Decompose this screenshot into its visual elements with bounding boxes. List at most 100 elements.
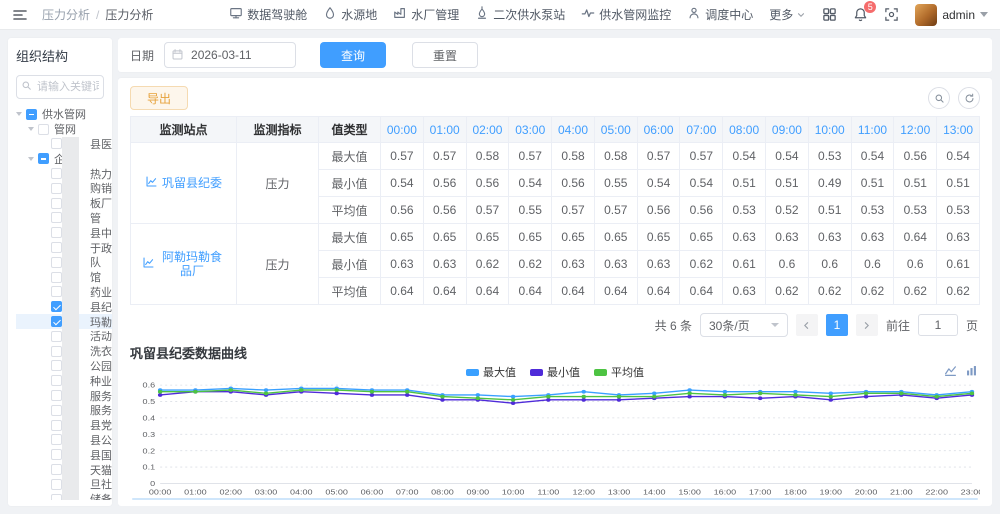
tree-caret-icon[interactable] (28, 156, 34, 161)
data-point[interactable] (687, 388, 692, 392)
notification-bell-icon[interactable]: 5 (853, 1, 877, 22)
menu-icon[interactable] (12, 6, 30, 24)
tree-checkbox[interactable] (51, 212, 62, 224)
goto-page-input[interactable] (917, 314, 958, 336)
tree-checkbox[interactable] (51, 478, 62, 490)
data-point[interactable] (369, 393, 375, 397)
data-point[interactable] (863, 391, 869, 396)
tree-checkbox[interactable] (51, 316, 62, 328)
legend-item-1[interactable]: 最小值 (530, 364, 580, 380)
data-point[interactable] (263, 391, 269, 396)
data-point[interactable] (581, 389, 586, 394)
nav-item-0[interactable]: 数据驾驶舱 (229, 6, 307, 23)
tree-checkbox[interactable] (51, 419, 62, 431)
station-link[interactable]: 阿勒玛勒食品厂 (142, 250, 225, 279)
more-menu[interactable]: 更多 (769, 6, 806, 23)
data-point[interactable] (757, 396, 763, 401)
station-link[interactable]: 巩留县纪委 (145, 175, 222, 191)
data-point[interactable] (440, 394, 445, 399)
data-point[interactable] (299, 388, 304, 392)
data-point[interactable] (687, 391, 692, 396)
user-menu[interactable]: admin (915, 3, 988, 26)
tree-checkbox[interactable] (51, 271, 62, 283)
tree-checkbox[interactable] (51, 434, 62, 446)
data-point[interactable] (157, 389, 163, 394)
tree-node-0[interactable]: 供水管网 (16, 107, 112, 122)
fullscreen-scan-icon[interactable] (884, 7, 899, 22)
tree-checkbox[interactable] (51, 493, 62, 500)
data-point[interactable] (828, 394, 834, 399)
tree-checkbox[interactable] (51, 227, 62, 239)
breadcrumb-parent[interactable]: 压力分析 (42, 8, 90, 22)
tree-checkbox[interactable] (51, 256, 62, 268)
data-point[interactable] (404, 389, 410, 394)
data-point[interactable] (510, 397, 516, 402)
data-point[interactable] (969, 391, 975, 396)
tree-caret-icon[interactable] (28, 127, 34, 132)
nav-item-2[interactable]: 水厂管理 (393, 6, 459, 23)
data-point[interactable] (157, 393, 163, 397)
tree-checkbox[interactable] (51, 345, 62, 357)
data-point[interactable] (899, 391, 904, 396)
legend-item-2[interactable]: 平均值 (594, 364, 644, 380)
data-point[interactable] (404, 393, 410, 397)
data-point[interactable] (475, 393, 481, 397)
reset-button[interactable]: 重置 (412, 42, 479, 68)
data-point[interactable] (440, 397, 445, 402)
data-point[interactable] (793, 393, 798, 397)
tree-checkbox[interactable] (51, 301, 62, 313)
current-page-button[interactable]: 1 (825, 314, 848, 336)
data-point[interactable] (652, 394, 657, 399)
data-point[interactable] (546, 397, 551, 402)
data-point[interactable] (934, 394, 939, 399)
tree-checkbox[interactable] (51, 286, 62, 298)
legend-item-0[interactable]: 最大值 (466, 364, 516, 380)
data-point[interactable] (581, 397, 586, 402)
zoom-search-icon[interactable] (928, 87, 950, 109)
data-point[interactable] (616, 394, 622, 399)
tree-checkbox[interactable] (51, 464, 62, 476)
nav-item-4[interactable]: 供水管网监控 (581, 6, 671, 23)
refresh-icon[interactable] (958, 87, 980, 109)
tree-caret-icon[interactable] (16, 112, 22, 117)
nav-item-1[interactable]: 水源地 (323, 6, 377, 23)
data-point[interactable] (510, 394, 516, 399)
data-point[interactable] (616, 397, 622, 402)
data-point[interactable] (828, 397, 834, 402)
data-point[interactable] (687, 394, 692, 399)
data-point[interactable] (263, 388, 269, 392)
page-size-select[interactable]: 30条/页 (699, 313, 788, 337)
data-point[interactable] (475, 396, 481, 401)
data-point[interactable] (722, 389, 728, 394)
data-point[interactable] (652, 391, 657, 396)
tree-checkbox[interactable] (51, 197, 62, 209)
data-point[interactable] (722, 393, 728, 397)
line-chart[interactable]: 0 0.1 0.2 0.3 0.4 0.5 0.6 00:00 01:00 02:00 03:00 0… (130, 380, 984, 498)
export-button[interactable]: 导出 (130, 86, 189, 110)
tree-checkbox[interactable] (51, 242, 62, 254)
prev-page-button[interactable] (795, 314, 818, 336)
data-point[interactable] (369, 389, 375, 394)
tree-checkbox[interactable] (51, 449, 62, 461)
tree-checkbox[interactable] (38, 153, 49, 165)
apps-grid-icon[interactable] (822, 7, 837, 22)
next-page-button[interactable] (855, 314, 878, 336)
tree-checkbox[interactable] (51, 360, 62, 372)
data-point[interactable] (546, 394, 551, 399)
nav-item-3[interactable]: 二次供水泵站 (475, 6, 565, 23)
data-point[interactable] (193, 389, 198, 394)
tree-checkbox[interactable] (38, 123, 49, 135)
bar-chart-icon[interactable] (965, 364, 978, 380)
data-point[interactable] (228, 388, 233, 392)
tree-checkbox[interactable] (51, 330, 62, 342)
tree-checkbox[interactable] (51, 390, 62, 402)
line-chart-icon[interactable] (944, 364, 957, 380)
tree-checkbox[interactable] (51, 404, 62, 416)
data-point[interactable] (581, 394, 586, 399)
data-point[interactable] (828, 391, 834, 396)
data-point[interactable] (863, 394, 869, 399)
data-point[interactable] (334, 391, 339, 396)
tree-checkbox[interactable] (51, 138, 62, 150)
nav-item-5[interactable]: 调度中心 (687, 6, 753, 23)
data-point[interactable] (757, 391, 763, 396)
